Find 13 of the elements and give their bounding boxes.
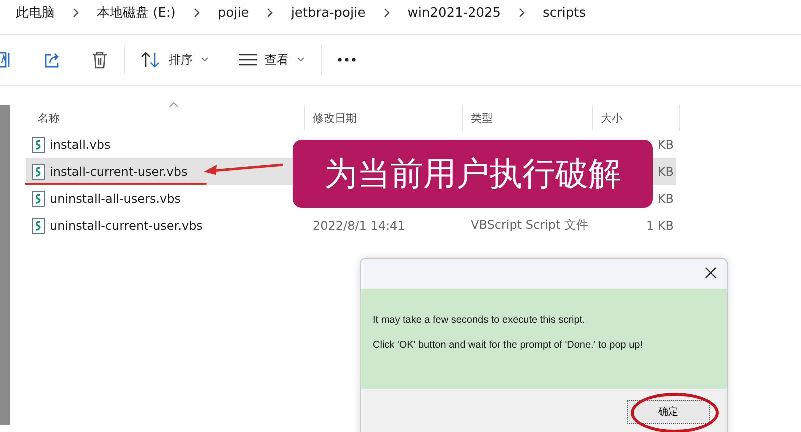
message-text: Click 'OK' button and wait for the prompt of 'Done.' to pop up! (373, 340, 644, 351)
message-text: It may take a few seconds to execute this script. (373, 315, 586, 326)
callout-tooltip: 为当前用户执行破解 (293, 140, 653, 208)
size-text: KB (658, 164, 674, 178)
file-name: uninstall-current-user.vbs (50, 218, 203, 232)
file-name: install-current-user.vbs (50, 164, 188, 178)
size-text: 1 KB (646, 218, 674, 232)
file-name: uninstall-all-users.vbs (50, 192, 182, 206)
file-name: install.vbs (50, 138, 111, 152)
type-text: VBScript Script 文件 (471, 218, 588, 232)
date-text: 2022/8/1 14:41 (313, 218, 406, 232)
size-text: KB (658, 138, 674, 152)
size-text: KB (658, 192, 674, 206)
